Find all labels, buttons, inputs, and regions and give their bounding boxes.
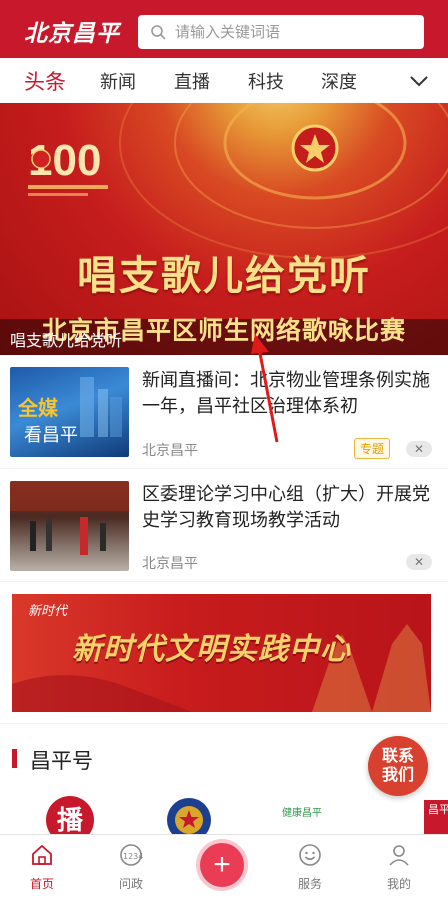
app-logo[interactable]: 北京昌平 xyxy=(24,14,120,48)
red-arrow-annotation xyxy=(251,334,279,443)
chevron-down-icon[interactable] xyxy=(408,70,430,92)
nav-label: 我的 xyxy=(386,877,411,891)
search-box[interactable] xyxy=(138,15,424,49)
news-title[interactable]: 区委理论学习中心组（扩大）开展党史学习教育现场教学活动 xyxy=(142,481,432,533)
news-thumbnail xyxy=(10,481,129,571)
svg-text:全媒: 全媒 xyxy=(17,396,59,420)
news-card[interactable]: 区委理论学习中心组（扩大）开展党史学习教育现场教学活动 北京昌平 ✕ xyxy=(0,469,448,581)
nav-label: 服务 xyxy=(297,877,322,891)
section-accent-bar xyxy=(12,749,17,768)
news-source: 北京昌平 xyxy=(142,555,198,571)
search-icon xyxy=(151,25,166,40)
nav-home[interactable]: 首页 xyxy=(7,835,77,904)
nav-profile[interactable]: 我的 xyxy=(364,835,434,904)
civ-banner-text: 新时代文明实践中心 xyxy=(72,632,351,667)
hero-banner[interactable]: 100 唱支歌儿给党听 北京市昌平区师生网络歌咏比赛 唱支歌儿给党听 xyxy=(0,103,448,355)
channel-tabs: 头条 新闻 直播 科技 深度 xyxy=(0,58,448,103)
nav-service[interactable]: 服务 xyxy=(275,835,345,904)
civ-logo: 新时代 xyxy=(28,603,68,618)
nav-inquiry[interactable]: 12345 问政 xyxy=(96,835,166,904)
contact-us-button[interactable]: 联系 我们 xyxy=(368,736,428,796)
thumbnail-graphic: 全媒 看昌平 xyxy=(17,377,122,446)
dismiss-button[interactable]: ✕ xyxy=(406,441,432,457)
tab-depth[interactable]: 深度 xyxy=(321,68,357,94)
hotline-icon: 12345 xyxy=(120,844,143,866)
tab-news[interactable]: 新闻 xyxy=(100,68,136,94)
svg-text:看昌平: 看昌平 xyxy=(24,425,78,446)
thumbnail-graphic xyxy=(10,481,129,555)
nav-label: 问政 xyxy=(118,877,143,891)
bottom-navigation: 首页 12345 问政 + 服务 我的 xyxy=(0,834,448,904)
tab-headlines[interactable]: 头条 xyxy=(24,66,66,96)
tab-live[interactable]: 直播 xyxy=(174,68,210,94)
news-card[interactable]: 全媒 看昌平 新闻直播间：北京物业管理条例实施一年，昌平社区治理体系初 北京昌平… xyxy=(0,355,448,468)
dismiss-button[interactable]: ✕ xyxy=(406,554,432,570)
civilization-banner[interactable]: 新时代 新时代文明实践中心 xyxy=(12,594,431,712)
account-name: 健康昌平 xyxy=(282,808,322,819)
tab-tech[interactable]: 科技 xyxy=(248,68,284,94)
banner-headline: 唱支歌儿给党听 xyxy=(77,252,371,299)
svg-text:12345: 12345 xyxy=(123,852,143,861)
topic-badge: 专题 xyxy=(354,438,391,459)
centenary-emblem: 100 xyxy=(28,136,108,196)
contact-us-line2: 我们 xyxy=(381,767,414,784)
section-title: 昌平号 xyxy=(30,750,93,773)
add-button[interactable]: + xyxy=(200,843,244,887)
search-input[interactable] xyxy=(175,23,415,41)
home-icon xyxy=(32,844,52,865)
nav-label: 首页 xyxy=(29,877,54,891)
news-thumbnail: 全媒 看昌平 xyxy=(10,367,129,457)
user-icon xyxy=(389,845,409,866)
smile-icon xyxy=(299,844,321,866)
banner-caption: 唱支歌儿给党听 xyxy=(10,333,123,350)
app-header: 北京昌平 xyxy=(0,0,448,58)
contact-us-line1: 联系 xyxy=(381,748,414,765)
news-source: 北京昌平 xyxy=(142,442,198,458)
